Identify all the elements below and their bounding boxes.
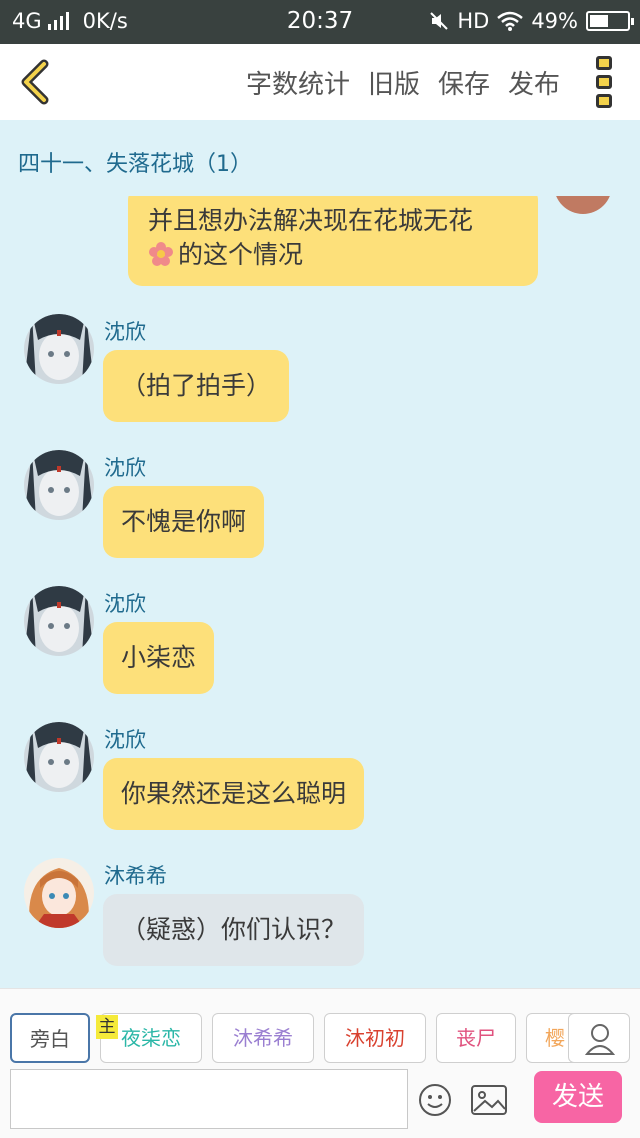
editor-header: 字数统计 旧版 保存 发布 [0, 44, 640, 120]
wifi-icon [497, 11, 524, 31]
old-version-button[interactable]: 旧版 [368, 64, 420, 101]
hd-label: HD [457, 9, 490, 33]
emoji-icon[interactable] [418, 1083, 452, 1117]
image-icon[interactable] [470, 1083, 508, 1117]
avatar[interactable] [24, 722, 94, 792]
message-input[interactable] [10, 1069, 408, 1129]
role-tab[interactable]: 沐初初 [324, 1013, 426, 1063]
word-count-button[interactable]: 字数统计 [246, 64, 350, 101]
sender-name: 沈欣 [104, 728, 146, 752]
chapter-title: 四十一、失落花城（1） [18, 152, 252, 177]
mute-icon [430, 12, 449, 30]
toolbar-menu: 字数统计 旧版 保存 发布 [246, 64, 560, 101]
message-bubble[interactable]: （拍了拍手） [103, 350, 290, 422]
back-icon[interactable] [14, 58, 58, 106]
message-text: 的这个情况 [178, 240, 304, 269]
save-button[interactable]: 保存 [438, 64, 490, 101]
user-icon [584, 1024, 616, 1055]
message-bubble[interactable]: 小柒恋 [103, 622, 215, 694]
message-bubble[interactable]: 并且想办法解决现在花城无花 的这个情况 [128, 196, 538, 286]
sender-name: 沈欣 [104, 320, 146, 344]
role-manager-button[interactable] [568, 1013, 630, 1063]
message-bubble[interactable]: 你果然还是这么聪明 [103, 758, 365, 830]
status-bar: 4G 0K/s 20:37 HD 49% [0, 0, 640, 44]
avatar[interactable] [24, 586, 94, 656]
battery-icon [586, 11, 634, 31]
message-text: 并且想办法解决现在花城无花 [148, 206, 474, 235]
role-tab-narration[interactable]: 旁白 [10, 1013, 90, 1063]
role-tabs: 旁白 夜柒恋 沐希希 沐初初 丧尸 樱 [10, 1013, 576, 1065]
sender-name: 沈欣 [104, 592, 146, 616]
role-tab[interactable]: 沐希希 [212, 1013, 314, 1063]
role-tab[interactable]: 丧尸 [436, 1013, 516, 1063]
publish-button[interactable]: 发布 [508, 64, 560, 101]
avatar[interactable] [24, 314, 94, 384]
avatar [554, 196, 612, 214]
avatar[interactable] [24, 450, 94, 520]
send-button[interactable]: 发送 [534, 1071, 622, 1123]
sender-name: 沈欣 [104, 456, 146, 480]
more-menu-icon[interactable] [596, 56, 616, 108]
compose-bar: 旁白 夜柒恋 沐希希 沐初初 丧尸 樱 主 发送 [0, 988, 640, 1138]
chat-area[interactable]: 并且想办法解决现在花城无花 的这个情况 沈欣 （拍了拍手） 沈欣 不愧是你啊 沈… [0, 196, 640, 988]
host-badge: 主 [96, 1015, 118, 1039]
avatar[interactable] [24, 858, 94, 928]
battery-percent: 49% [531, 9, 578, 33]
status-icons: HD 49% [429, 9, 634, 33]
message-bubble[interactable]: 不愧是你啊 [103, 486, 265, 558]
sender-name: 沐希希 [104, 864, 167, 888]
message-bubble[interactable]: （疑惑）你们认识？ [103, 894, 365, 966]
flower-icon [149, 242, 173, 266]
